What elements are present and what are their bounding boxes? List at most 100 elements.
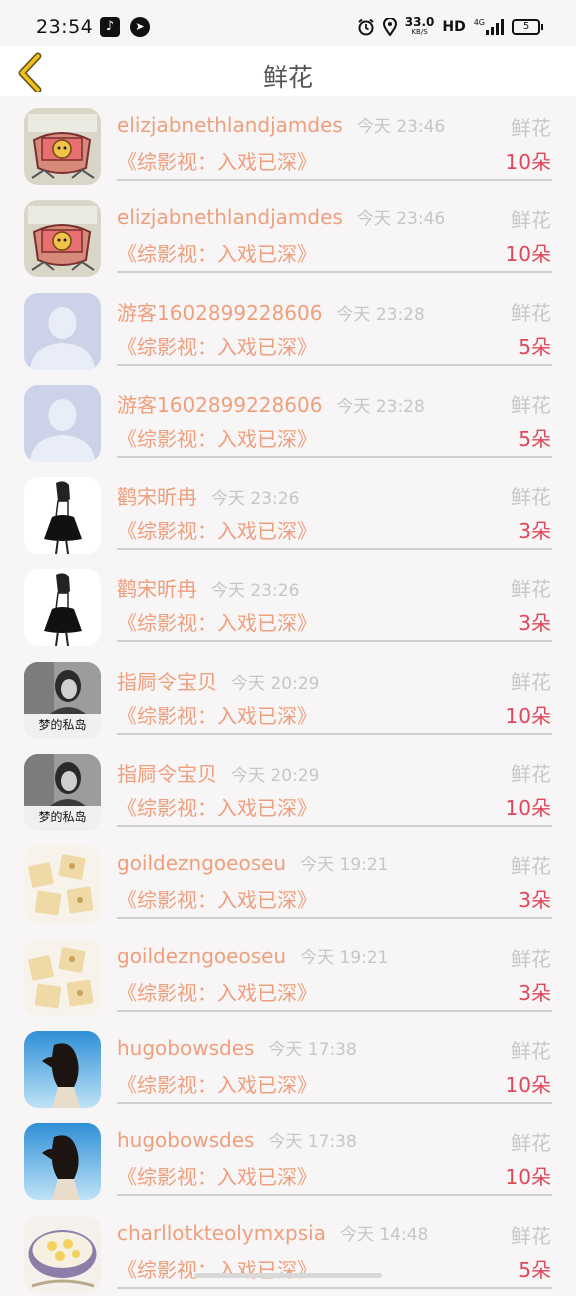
gift-type: 鲜花 — [511, 946, 551, 971]
divider — [117, 1009, 552, 1012]
timestamp: 今天 19:21 — [300, 947, 389, 968]
timestamp: 今天 23:46 — [356, 117, 446, 137]
divider — [117, 917, 552, 920]
gift-quantity: 10朵 — [505, 1072, 551, 1097]
book-title[interactable]: 《综影视：入戏已深》 — [117, 1254, 317, 1283]
timestamp: 今天 23:28 — [336, 396, 425, 417]
avatar[interactable] — [24, 846, 101, 924]
avatar[interactable] — [24, 384, 101, 462]
gift-record-list: elizjabnethlandjamdes 今天 23:46 鲜花 《综影视：入戏已深… — [0, 96, 576, 1296]
gift-type: 鲜花 — [511, 485, 551, 510]
avatar[interactable]: 梦的私岛 — [24, 661, 101, 739]
gift-quantity: 3朵 — [518, 888, 551, 913]
status-time: 23:54 — [36, 16, 94, 38]
gift-record-row[interactable]: 游客1602899228606 今天 23:28 鲜花《综影视：入戏已深》 5朵 — [0, 281, 576, 373]
svg-text:梦的私岛: 梦的私岛 — [38, 809, 86, 824]
avatar[interactable] — [24, 108, 101, 185]
book-title[interactable]: 《综影视：入戏已深》 — [117, 423, 317, 452]
gift-type: 鲜花 — [511, 300, 551, 325]
timestamp: 今天 23:46 — [356, 209, 446, 230]
book-title[interactable]: 《综影视：入戏已深》 — [117, 1069, 317, 1098]
timestamp: 今天 23:28 — [336, 304, 425, 325]
divider — [117, 548, 552, 551]
navigation-icon: ➤ — [130, 17, 150, 37]
gift-type: 鲜花 — [511, 1038, 551, 1063]
book-title[interactable]: 《综影视：入戏已深》 — [117, 238, 317, 267]
book-title[interactable]: 《综影视：入戏已深》 — [117, 977, 317, 1006]
username: elizjabnethlandjamdes 今天 23:46 — [117, 113, 446, 137]
gift-quantity: 3朵 — [518, 980, 551, 1005]
gift-record-row[interactable]: 鹳宋昕冉 今天 23:26 鲜花 《综影视：入戏已深》 3朵 — [0, 557, 576, 649]
timestamp: 今天 23:26 — [211, 489, 300, 510]
username: elizjabnethlandjamdes 今天 23:46 — [117, 205, 446, 230]
title-bar: 鲜花 — [0, 46, 576, 96]
gift-quantity: 10朵 — [505, 242, 551, 267]
gift-record-row[interactable]: goildezngoeoseu 今天 19:21 鲜花《综影视：入戏已深》 3朵 — [0, 927, 576, 1019]
net-speed: 33.0 KB/S — [404, 15, 435, 36]
divider — [117, 271, 552, 274]
username: 鹳宋昕冉 今天 23:26 — [117, 577, 300, 602]
username: hugobowsdes 今天 17:38 — [117, 1035, 357, 1060]
gift-quantity: 5朵 — [518, 334, 551, 359]
avatar[interactable] — [24, 477, 101, 555]
gift-type: 鲜花 — [511, 208, 551, 233]
divider — [117, 363, 552, 366]
username: charllotkteolymxpsia 今天 14:48 — [117, 1220, 429, 1245]
gift-type: 鲜花 — [511, 762, 551, 787]
book-title[interactable]: 《综影视：入戏已深》 — [117, 607, 317, 636]
gift-record-row[interactable]: goildezngoeoseu 今天 19:21 鲜花 《综影视：入戏已深》 3朵 — [0, 834, 576, 926]
gift-quantity: 3朵 — [518, 611, 551, 636]
gift-record-row[interactable]: hugobowsdes 今天 17:38 鲜花《综影视：入戏已深》 10朵 — [0, 1019, 576, 1111]
book-title[interactable]: 《综影视：入戏已深》 — [117, 1161, 317, 1190]
timestamp: 今天 14:48 — [339, 1224, 429, 1245]
avatar[interactable] — [24, 1030, 101, 1108]
gift-type: 鲜花 — [511, 1131, 551, 1156]
book-title[interactable]: 《综影视：入戏已深》 — [117, 331, 317, 360]
gift-record-row[interactable]: 梦的私岛 指屙令宝贝 今天 20:29 鲜花《综影视：入戏已深》 10朵 — [0, 742, 576, 834]
book-title[interactable]: 《综影视：入戏已深》 — [117, 515, 317, 544]
gift-type: 鲜花 — [511, 392, 551, 417]
gift-quantity: 3朵 — [518, 519, 551, 544]
gift-type: 鲜花 — [511, 669, 551, 694]
username: 游客1602899228606 今天 23:28 — [117, 392, 425, 417]
username: hugobowsdes 今天 17:38 — [117, 1128, 357, 1153]
timestamp: 今天 20:29 — [231, 673, 320, 694]
avatar[interactable] — [24, 938, 101, 1016]
book-title[interactable]: 《综影视：入戏已深》 — [117, 700, 317, 729]
divider — [117, 179, 552, 181]
svg-text:梦的私岛: 梦的私岛 — [38, 717, 86, 732]
gift-record-row[interactable]: 鹳宋昕冉 今天 23:26 鲜花 《综影视：入戏已深》 3朵 — [0, 465, 576, 557]
gift-record-row[interactable]: hugobowsdes 今天 17:38 鲜花 《综影视：入戏已深》 10朵 — [0, 1111, 576, 1203]
username: goildezngoeoseu 今天 19:21 — [117, 851, 389, 876]
hd-indicator: HD — [442, 19, 466, 35]
book-title[interactable]: 《综影视：入戏已深》 — [117, 792, 317, 821]
gift-record-row[interactable]: elizjabnethlandjamdes 今天 23:46 鲜花 《综影视：入戏已深… — [0, 96, 576, 188]
tiktok-icon: ♪ — [100, 17, 120, 37]
gift-quantity: 10朵 — [505, 796, 551, 821]
avatar[interactable] — [24, 1123, 101, 1201]
status-indicators: 33.0 KB/S HD 4G 5 — [357, 14, 543, 40]
username: 指屙令宝贝 今天 20:29 — [117, 669, 320, 694]
gift-record-row[interactable]: 游客1602899228606 今天 23:28 鲜花 《综影视：入戏已深》 5朵 — [0, 373, 576, 465]
book-title[interactable]: 《综影视：入戏已深》 — [117, 146, 317, 175]
avatar[interactable]: 梦的私岛 — [24, 754, 101, 832]
timestamp: 今天 23:26 — [211, 581, 300, 602]
gift-record-row[interactable]: elizjabnethlandjamdes 今天 23:46 鲜花《综影视：入戏已深… — [0, 188, 576, 280]
divider — [117, 640, 552, 643]
avatar[interactable] — [24, 1215, 101, 1293]
avatar[interactable] — [24, 200, 101, 278]
home-indicator[interactable] — [194, 1273, 382, 1278]
gift-record-row[interactable]: charllotkteolymxpsia 今天 14:48 鲜花 《综影视：入戏已深》… — [0, 1204, 576, 1296]
timestamp: 今天 20:29 — [231, 766, 320, 787]
avatar[interactable] — [24, 292, 101, 370]
divider — [117, 732, 552, 735]
username: 游客1602899228606 今天 23:28 — [117, 300, 425, 325]
battery-icon: 5 — [512, 19, 543, 35]
username: 指屙令宝贝 今天 20:29 — [117, 762, 320, 787]
username: goildezngoeoseu 今天 19:21 — [117, 943, 389, 968]
gift-record-row[interactable]: 梦的私岛 指屙令宝贝 今天 20:29 鲜花 《综影视：入戏已深》 10朵 — [0, 650, 576, 742]
timestamp: 今天 17:38 — [268, 1132, 357, 1153]
book-title[interactable]: 《综影视：入戏已深》 — [117, 884, 317, 913]
gift-quantity: 5朵 — [518, 1257, 551, 1282]
avatar[interactable] — [24, 569, 101, 647]
